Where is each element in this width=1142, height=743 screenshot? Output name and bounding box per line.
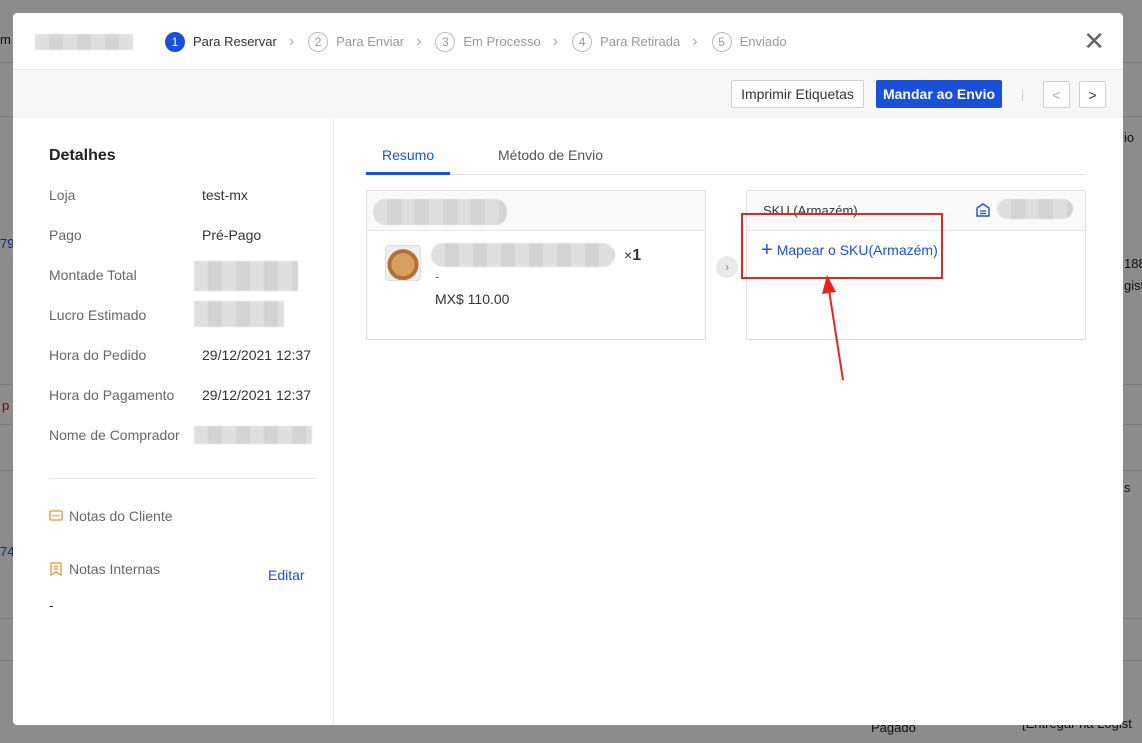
product-quantity: ×1 [624, 247, 641, 265]
internal-notes-label: Notas Internas [69, 561, 161, 577]
edit-internal-notes-link[interactable]: Editar [268, 567, 305, 583]
detail-row-buyer: Nome de Comprador [49, 426, 333, 467]
chevron-right-icon: › [692, 32, 698, 50]
detail-key: Nome de Comprador [49, 427, 180, 443]
product-thumbnail [385, 245, 421, 281]
step-para-enviar[interactable]: 2 Para Enviar › [308, 31, 435, 52]
order-modal: 1 Para Reservar › 2 Para Enviar › 3 Em P… [13, 13, 1123, 725]
step-number: 2 [308, 31, 329, 52]
detail-value: 29/12/2021 12:37 [202, 387, 311, 403]
detail-value: test-mx [202, 187, 248, 203]
order-steps: 1 Para Reservar › 2 Para Enviar › 3 Em P… [165, 13, 787, 70]
detail-row-profit: Lucro Estimado [49, 301, 333, 347]
client-notes-label: Notas do Cliente [69, 508, 173, 524]
comment-icon [49, 510, 63, 521]
send-to-shipping-button[interactable]: Mandar ao Envio [876, 80, 1002, 108]
details-panel: Detalhes Loja test-mx Pago Pré-Pago Mont… [13, 119, 334, 725]
detail-key: Hora do Pedido [49, 347, 147, 363]
detail-key: Loja [49, 187, 76, 203]
product-variant: - [435, 269, 440, 284]
chevron-right-icon: › [552, 32, 559, 50]
content-panel: Resumo Método de Envio ×1 - MX$ 110.00 ›… [334, 119, 1123, 725]
detail-row-payment-time: Hora do Pagamento 29/12/2021 12:37 [49, 387, 333, 427]
detail-key: Montade Total [49, 267, 137, 283]
prev-order-button[interactable]: < [1043, 81, 1070, 108]
product-card-header [367, 191, 705, 231]
toolbar-separator [1022, 89, 1023, 101]
detail-row-store: Loja test-mx [49, 187, 333, 227]
tab-resumo[interactable]: Resumo [382, 147, 434, 163]
internal-notes-header: Notas Internas [49, 561, 160, 577]
detail-value-redacted [194, 261, 306, 300]
product-price: MX$ 110.00 [435, 291, 510, 307]
detail-value: 29/12/2021 12:37 [202, 347, 311, 363]
step-label: Enviado [739, 34, 787, 49]
modal-header: 1 Para Reservar › 2 Para Enviar › 3 Em P… [13, 13, 1123, 70]
client-notes-header: Notas do Cliente [49, 508, 173, 524]
detail-key: Lucro Estimado [49, 307, 147, 323]
bookmark-note-icon [50, 562, 62, 576]
next-order-button[interactable]: > [1079, 81, 1106, 108]
detail-row-order-time: Hora do Pedido 29/12/2021 12:37 [49, 347, 333, 387]
warehouse-name-redacted [997, 199, 1073, 219]
quantity-prefix: × [624, 247, 633, 263]
print-labels-button[interactable]: Imprimir Etiquetas [731, 80, 864, 108]
step-para-retirada[interactable]: 4 Para Retirada › [572, 31, 712, 52]
internal-notes-value: - [49, 597, 54, 613]
chevron-right-icon: › [288, 32, 295, 50]
step-label: Para Enviar [336, 34, 405, 49]
detail-value-redacted [194, 426, 320, 448]
quantity-value: 1 [632, 247, 642, 264]
section-divider [49, 478, 317, 479]
close-icon[interactable]: ✕ [1083, 28, 1105, 54]
step-para-reservar[interactable]: 1 Para Reservar › [165, 31, 308, 52]
store-name-redacted [373, 199, 507, 225]
modal-body: Detalhes Loja test-mx Pago Pré-Pago Mont… [13, 119, 1123, 725]
step-number: 1 [165, 31, 185, 52]
chevron-right-icon: › [416, 32, 422, 50]
step-number: 5 [711, 31, 732, 52]
warehouse-icon [976, 203, 990, 217]
step-label: Para Retirada [600, 34, 681, 49]
product-name-redacted [431, 243, 615, 267]
step-label: Em Processo [463, 34, 541, 49]
order-id-redacted [35, 34, 133, 50]
detail-key: Pago [49, 227, 82, 243]
tab-bar: Resumo Método de Envio [366, 139, 1086, 175]
detail-key: Hora do Pagamento [49, 387, 175, 403]
detail-row-total: Montade Total [49, 261, 333, 307]
step-em-processo[interactable]: 3 Em Processo › [435, 31, 572, 52]
details-title: Detalhes [49, 147, 116, 164]
action-toolbar: Imprimir Etiquetas Mandar ao Envio < > [13, 70, 1123, 118]
product-card: ×1 - MX$ 110.00 [366, 190, 706, 340]
active-tab-indicator [366, 172, 450, 175]
detail-value-redacted [194, 301, 292, 336]
chevron-right-icon: › [716, 256, 738, 278]
step-enviado[interactable]: 5 Enviado [711, 31, 787, 52]
annotation-highlight-box [741, 213, 943, 279]
step-label: Para Reservar [193, 34, 277, 49]
detail-value: Pré-Pago [202, 227, 262, 243]
step-number: 3 [435, 31, 456, 52]
tab-metodo-de-envio[interactable]: Método de Envio [498, 147, 603, 163]
step-number: 4 [572, 31, 593, 52]
